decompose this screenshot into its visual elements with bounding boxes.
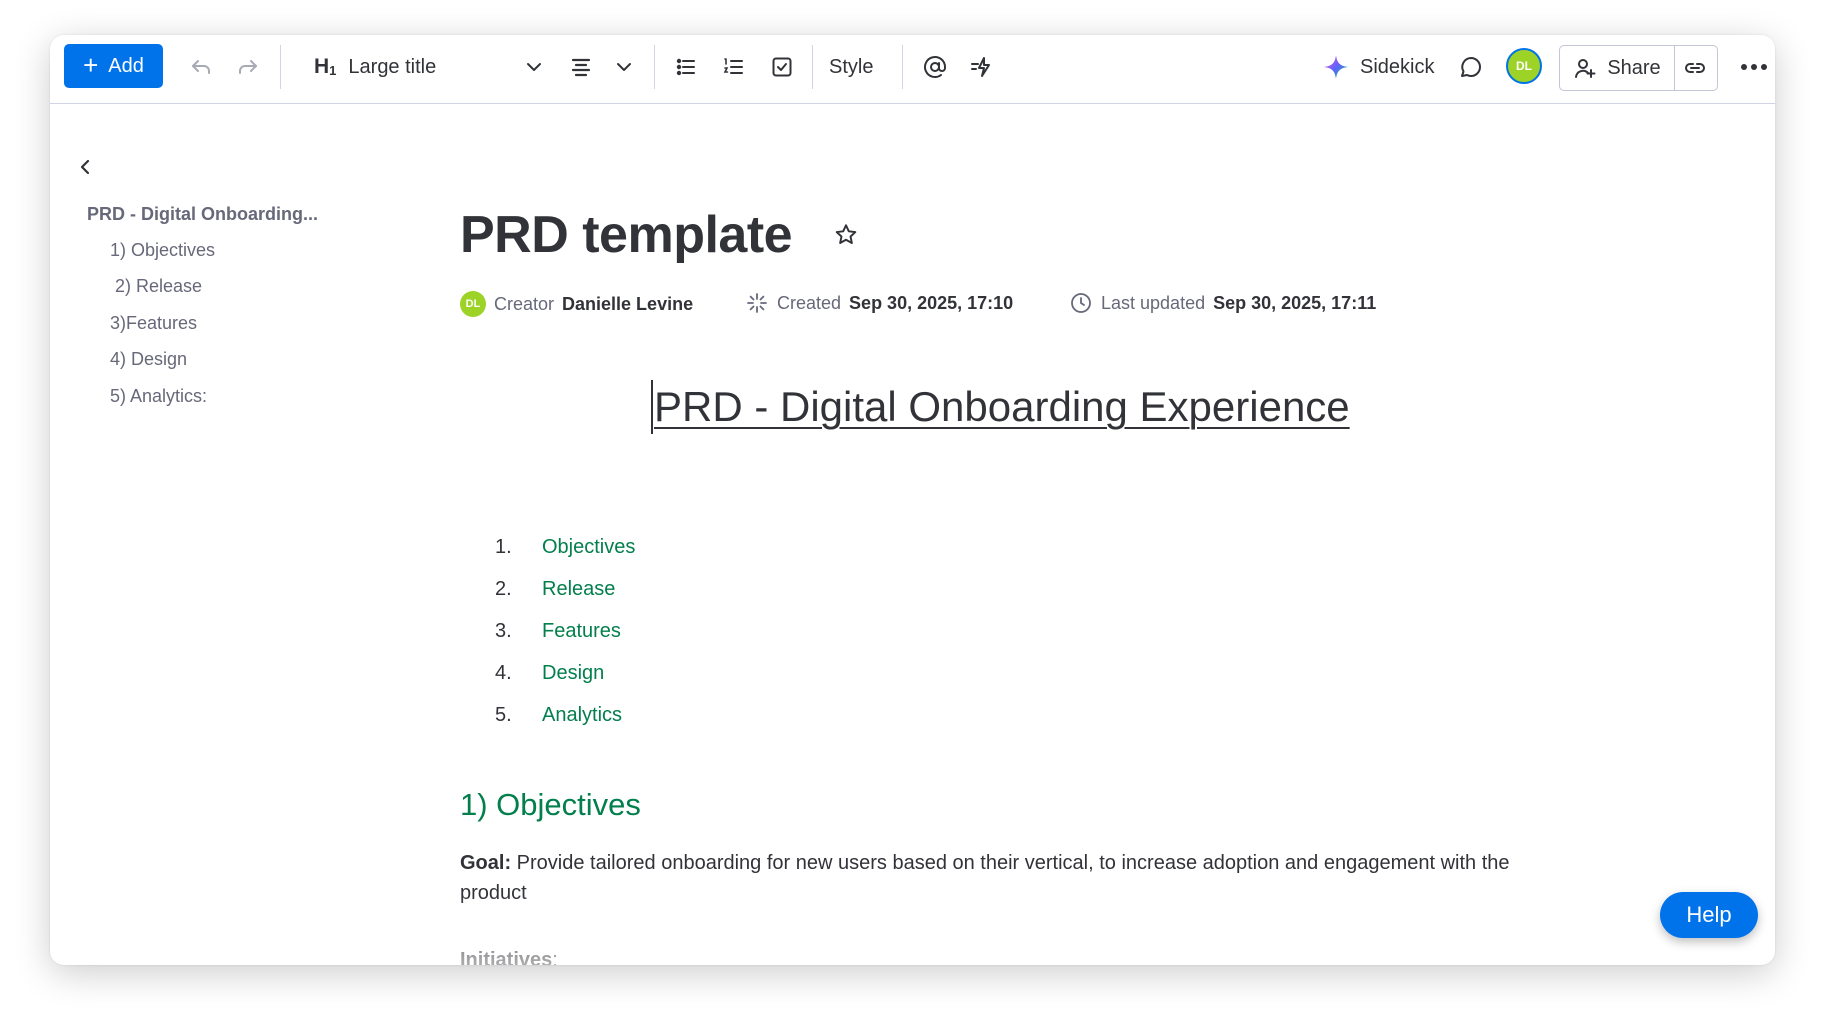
toolbar-divider xyxy=(902,45,903,89)
created-value: Sep 30, 2025, 17:10 xyxy=(849,292,1014,313)
goal-label: Goal: xyxy=(460,852,512,874)
list-number: 3. xyxy=(495,620,512,642)
section-heading-objectives[interactable]: 1) Objectives xyxy=(460,787,641,823)
heading-icon: H1 xyxy=(314,55,337,78)
share-button[interactable]: Share xyxy=(1559,45,1675,91)
collapse-sidebar-icon[interactable] xyxy=(78,156,94,178)
avatar[interactable]: DL xyxy=(460,291,486,317)
add-person-icon xyxy=(1575,59,1596,78)
checklist-icon[interactable] xyxy=(764,49,800,85)
toc-item-release[interactable]: 2) Release xyxy=(115,276,202,297)
copy-link-button[interactable] xyxy=(1673,45,1718,91)
comment-icon[interactable] xyxy=(1453,49,1489,85)
clock-icon xyxy=(1071,293,1091,313)
style-button-label: Style xyxy=(829,55,874,78)
align-center-icon[interactable] xyxy=(563,49,599,85)
star-icon[interactable] xyxy=(833,222,859,248)
app-window: + Add H1 Large title Style Sidekick DL S… xyxy=(50,35,1775,965)
toolbar-divider xyxy=(812,45,813,89)
help-button[interactable]: Help xyxy=(1660,892,1758,938)
creator-label: Creator xyxy=(494,293,555,314)
sidekick-label: Sidekick xyxy=(1360,55,1435,78)
plus-icon: + xyxy=(83,50,99,80)
toolbar-divider xyxy=(654,45,655,89)
more-options-icon[interactable] xyxy=(1736,49,1772,85)
list-link-features[interactable]: Features xyxy=(542,620,621,643)
bullet-list-icon[interactable] xyxy=(668,49,704,85)
automation-icon[interactable] xyxy=(963,49,999,85)
created-label: Created xyxy=(777,292,842,313)
numbered-list-icon[interactable] xyxy=(716,49,752,85)
chevron-down-icon[interactable] xyxy=(606,49,642,85)
list-link-objectives[interactable]: Objectives xyxy=(542,536,635,559)
list-link-release[interactable]: Release xyxy=(542,578,615,601)
style-button[interactable]: Style xyxy=(829,49,873,85)
list-number: 5. xyxy=(495,704,512,726)
list-number: 2. xyxy=(495,578,512,600)
toc-item-analytics[interactable]: 5) Analytics: xyxy=(110,386,207,407)
initiatives-label: Initiatives xyxy=(460,949,553,965)
initiatives-colon: : xyxy=(552,949,558,965)
updated-value: Sep 30, 2025, 17:11 xyxy=(1213,292,1377,313)
toolbar-divider xyxy=(280,45,281,89)
avatar[interactable]: DL xyxy=(1506,48,1542,84)
add-button-label: Add xyxy=(108,54,144,77)
sidekick-sparkle-icon xyxy=(1318,49,1354,85)
creator-name: Danielle Levine xyxy=(562,293,694,314)
toc-item-objectives[interactable]: 1) Objectives xyxy=(110,240,215,261)
redo-icon[interactable] xyxy=(230,49,266,85)
toc-item-features[interactable]: 3)Features xyxy=(110,313,197,334)
toc-title[interactable]: PRD - Digital Onboarding... xyxy=(87,204,318,225)
mention-icon[interactable] xyxy=(917,49,953,85)
loading-sparkle-icon xyxy=(747,293,767,313)
creator-meta: DL Creator Danielle Levine xyxy=(460,291,693,317)
undo-icon[interactable] xyxy=(183,49,219,85)
list-number: 4. xyxy=(495,662,512,684)
text-cursor xyxy=(651,380,653,434)
updated-label: Last updated xyxy=(1101,292,1206,313)
add-button[interactable]: + Add xyxy=(64,44,163,88)
toc-item-design[interactable]: 4) Design xyxy=(110,349,187,370)
goal-text: Provide tailored onboarding for new user… xyxy=(460,852,1510,904)
goal-paragraph[interactable]: Goal: Provide tailored onboarding for ne… xyxy=(460,848,1570,908)
chevron-down-icon[interactable] xyxy=(516,49,552,85)
list-link-analytics[interactable]: Analytics xyxy=(542,704,622,727)
link-icon xyxy=(1685,63,1705,73)
document-heading[interactable]: PRD - Digital Onboarding Experience xyxy=(654,383,1350,431)
text-style-label: Large title xyxy=(348,55,437,78)
sidekick-button[interactable]: Sidekick xyxy=(1360,49,1434,85)
text-style-dropdown[interactable]: H1 Large title xyxy=(314,49,436,85)
updated-meta: Last updated Sep 30, 2025, 17:11 xyxy=(1069,291,1376,315)
list-number: 1. xyxy=(495,536,512,558)
share-label: Share xyxy=(1607,56,1661,79)
list-link-design[interactable]: Design xyxy=(542,662,604,685)
page-title[interactable]: PRD template xyxy=(460,205,793,265)
initiatives-paragraph[interactable]: Initiatives: xyxy=(460,945,1570,965)
created-meta: Created Sep 30, 2025, 17:10 xyxy=(745,291,1013,315)
editor-toolbar: + Add H1 Large title Style Sidekick DL S… xyxy=(50,35,1775,104)
